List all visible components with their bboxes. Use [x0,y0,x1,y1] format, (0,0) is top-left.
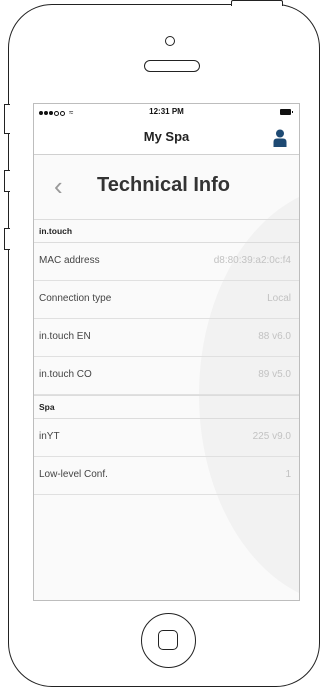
info-row-inyt: inYT 225 v9.0 [34,419,299,457]
earpiece-speaker [144,60,200,72]
status-time: 12:31 PM [149,107,184,116]
info-row-intouch-en: in.touch EN 88 v6.0 [34,319,299,357]
page-header: ‹ Technical Info [34,155,299,219]
row-value: 225 v9.0 [252,431,291,442]
info-row-intouch-co: in.touch CO 89 v5.0 [34,357,299,395]
row-value: d8:80:39:a2:0c:f4 [213,255,291,266]
mute-switch [4,104,10,134]
front-camera [165,36,175,46]
row-value: 89 v5.0 [258,369,291,380]
info-row-low-level-conf: Low-level Conf. 1 [34,457,299,495]
info-row-mac-address: MAC address d8:80:39:a2:0c:f4 [34,243,299,281]
back-chevron-icon[interactable]: ‹ [54,171,63,202]
row-label: in.touch CO [39,369,92,380]
page-title: Technical Info [97,174,230,196]
row-label: Low-level Conf. [39,469,108,480]
battery-icon [280,109,293,115]
home-button[interactable] [141,613,196,668]
phone-screen: ≈ 12:31 PM My Spa ‹ Technical Info in.to… [33,103,300,601]
power-button [231,0,283,6]
person-icon[interactable] [273,129,287,147]
section-header-intouch: in.touch [34,219,299,243]
row-label: MAC address [39,255,100,266]
row-label: Connection type [39,293,112,304]
volume-up-button [4,170,10,192]
row-value: 1 [285,469,291,480]
nav-title: My Spa [143,129,190,144]
row-value: Local [267,293,291,304]
row-value: 88 v6.0 [258,331,291,342]
info-row-connection-type: Connection type Local [34,281,299,319]
section-header-spa: Spa [34,395,299,419]
row-label: in.touch EN [39,331,91,342]
row-label: inYT [39,431,60,442]
nav-bar: My Spa [34,122,299,155]
volume-down-button [4,228,10,250]
status-bar: ≈ 12:31 PM [34,104,299,122]
home-square-icon [158,630,178,650]
technical-info-content: ‹ Technical Info in.touch MAC address d8… [34,155,299,600]
